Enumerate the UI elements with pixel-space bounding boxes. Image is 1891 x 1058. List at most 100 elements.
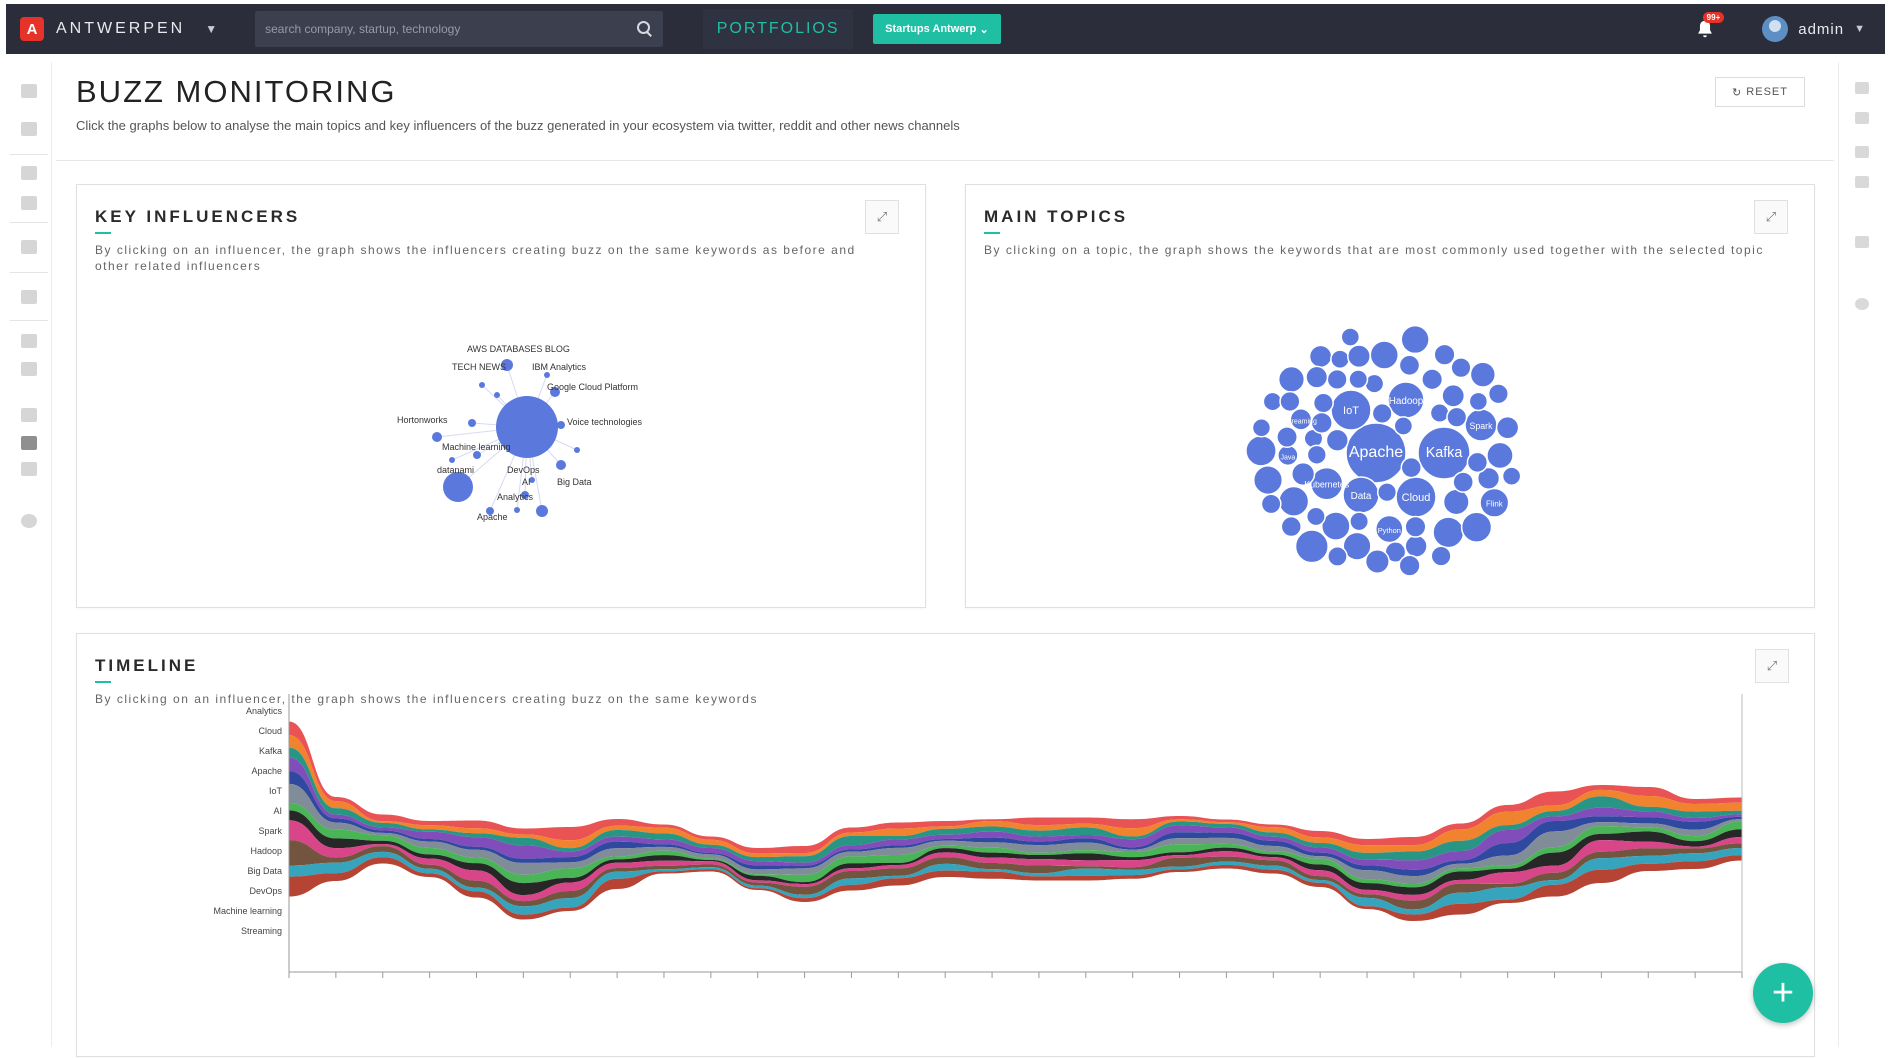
topic-bubble[interactable] [1376,482,1398,503]
chevron-down-icon[interactable]: ▼ [1854,23,1865,35]
influencer-label[interactable]: TECH NEWS [452,362,506,372]
topic-bubble[interactable] [1278,485,1310,517]
topic-bubble[interactable] [1245,434,1277,467]
topic-bubble[interactable] [1442,488,1470,516]
topic-bubble[interactable] [1429,402,1450,423]
topic-bubble[interactable] [1460,511,1493,543]
influencer-node[interactable] [556,460,566,470]
topic-label[interactable]: Data [1351,491,1372,502]
table-icon[interactable] [1855,176,1869,188]
influencer-node[interactable] [449,457,455,463]
topic-bubble[interactable] [1404,515,1427,538]
topic-bubble[interactable] [1260,493,1282,515]
legend-label[interactable]: Spark [258,826,282,836]
home-icon[interactable] [21,84,37,98]
influencer-label[interactable]: Apache [477,512,508,522]
topic-bubble-chart[interactable]: Apache Kafka IoT Spark Hadoop Cloud Data Java Py… [966,185,1816,609]
settings-icon[interactable] [21,514,37,528]
topic-bubble[interactable] [1308,344,1333,369]
search-input[interactable] [265,22,638,36]
influencer-node[interactable] [494,392,500,398]
timeline-streamgraph[interactable]: Analytics Cloud Kafka Apache IoT AI Spark Hadoo… [77,634,1816,1058]
topic-bubble[interactable] [1280,515,1302,538]
topic-label[interactable]: Kafka [1426,445,1463,461]
topic-label[interactable]: Flink [1486,500,1503,509]
topic-bubbles[interactable]: Apache Kafka IoT Spark Hadoop Cloud Data Java Py… [1245,324,1522,577]
add-button[interactable]: + [1753,963,1813,1023]
startups-antwerp-button[interactable]: Startups Antwerp ⌄ [873,14,1001,44]
topic-bubble[interactable] [1369,340,1400,370]
chat-icon[interactable] [21,290,37,304]
pin-icon[interactable] [21,240,37,254]
chevron-down-icon[interactable]: ▼ [205,22,217,36]
brand[interactable]: A ANTWERPEN ▼ [20,17,217,41]
arrow-icon[interactable] [21,362,37,376]
topic-bubble[interactable] [1305,506,1326,527]
topic-bubble[interactable] [1326,368,1348,391]
legend-label[interactable]: Machine learning [213,906,282,916]
share-icon[interactable] [21,462,37,476]
topic-bubble[interactable] [1252,465,1284,496]
legend-label[interactable]: Cloud [258,726,282,736]
topic-label[interactable]: Python [1378,526,1401,535]
topic-bubble[interactable] [1486,441,1514,470]
topic-bubble[interactable] [1276,426,1298,448]
topic-bubble[interactable] [1501,466,1522,486]
topic-label[interactable]: Java [1280,454,1295,461]
influencer-node[interactable] [544,442,550,448]
search-icon[interactable] [21,408,37,422]
reset-button[interactable]: ↻ RESET [1715,77,1805,107]
topic-bubble[interactable] [1305,365,1329,389]
influencer-node[interactable] [536,505,548,517]
topic-label[interactable]: Spark [1470,421,1494,431]
plus-icon[interactable] [1855,236,1869,248]
topic-bubble[interactable] [1393,416,1414,436]
topic-bubble[interactable] [1312,392,1334,414]
influencer-node[interactable] [574,447,580,453]
topic-bubble[interactable] [1452,471,1474,493]
topic-bubble[interactable] [1487,383,1509,405]
topic-bubble[interactable] [1495,415,1520,440]
influencer-label[interactable]: DevOps [507,465,540,475]
notifications-button[interactable]: 99+ [1694,12,1725,40]
topic-label[interactable]: Hadoop [1389,396,1424,407]
user-avatar-icon[interactable] [1762,16,1789,42]
influencer-label[interactable]: Analytics [497,492,534,502]
topic-bubble[interactable] [1469,361,1497,388]
influencer-label[interactable]: AI [522,477,531,487]
column-icon[interactable] [1855,146,1869,158]
topic-bubble[interactable] [1404,534,1428,558]
topic-bubble[interactable] [1400,324,1430,355]
influencer-node[interactable] [432,432,442,442]
topic-bubble[interactable] [1340,327,1361,347]
topic-bubble[interactable] [1251,418,1272,438]
influencer-node[interactable] [514,507,520,513]
influencer-label[interactable]: Hortonworks [397,415,448,425]
topic-label[interactable]: IoT [1343,405,1359,417]
topic-bubble[interactable] [1277,365,1306,393]
legend-label[interactable]: AI [273,806,282,816]
topic-bubble[interactable] [1430,545,1452,567]
influencer-network[interactable]: AWS DATABASES BLOG TECH NEWS IBM Analytics… [397,344,643,522]
legend-label[interactable]: Kafka [259,746,282,756]
legend-label[interactable]: DevOps [249,886,282,896]
legend-label[interactable]: Hadoop [250,846,282,856]
timeline-stream[interactable] [289,721,1742,922]
user-name[interactable]: admin [1798,21,1844,38]
topic-bubble[interactable] [1446,406,1468,428]
influencer-node[interactable] [479,382,485,388]
influencer-label[interactable]: Voice technologies [567,417,643,427]
topic-bubble[interactable] [1364,548,1390,575]
filter-icon[interactable] [1855,112,1869,124]
topic-bubble[interactable] [1320,511,1351,541]
influencer-label[interactable]: datanami [437,465,474,475]
topic-bubble[interactable] [1398,354,1421,377]
topic-bubble[interactable] [1466,451,1489,474]
topic-bubble[interactable] [1398,554,1421,577]
topic-bubble[interactable] [1330,349,1350,370]
buzz-monitoring-icon[interactable] [21,436,37,450]
grid-icon[interactable] [21,196,37,210]
search-icon[interactable] [637,21,653,37]
topic-bubble[interactable] [1327,546,1348,567]
influencer-label[interactable]: Google Cloud Platform [547,382,638,392]
